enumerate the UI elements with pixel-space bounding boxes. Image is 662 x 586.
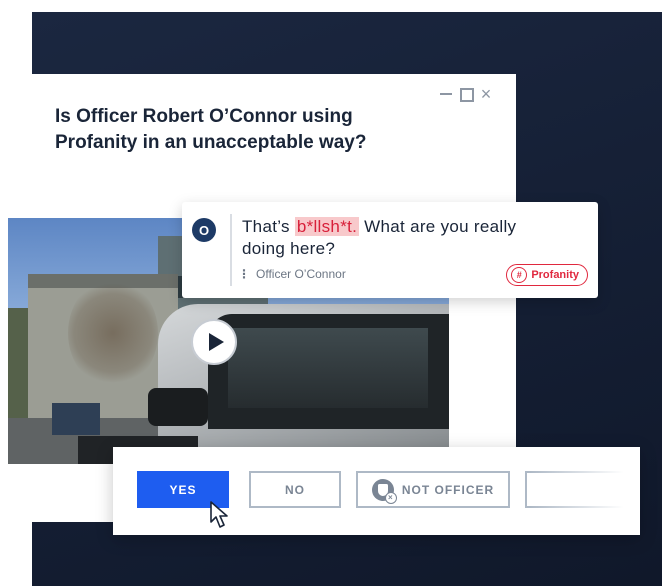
transcript-quote: That’s b*llsh*t. What are you really doi… bbox=[242, 216, 562, 260]
close-icon[interactable]: × bbox=[478, 85, 494, 103]
profanity-badge-label: Profanity bbox=[531, 269, 579, 281]
video-car-mirror bbox=[148, 388, 208, 426]
hash-icon: # bbox=[511, 267, 528, 283]
profanity-badge: # Profanity bbox=[506, 264, 588, 286]
video-car-interior bbox=[228, 328, 428, 408]
play-icon bbox=[208, 333, 224, 351]
play-button[interactable] bbox=[191, 319, 237, 365]
video-bins bbox=[52, 403, 100, 435]
video-tree bbox=[8, 308, 28, 428]
shield-icon: × bbox=[371, 478, 397, 504]
video-tree bbox=[68, 278, 158, 388]
quote-divider bbox=[230, 214, 232, 286]
not-officer-button[interactable]: × NOT OFFICER bbox=[356, 471, 510, 508]
not-officer-label: NOT OFFICER bbox=[401, 482, 495, 497]
flagged-word: b*llsh*t. bbox=[294, 217, 360, 236]
maximize-icon[interactable] bbox=[458, 86, 474, 102]
speaker-avatar: O bbox=[192, 218, 216, 242]
transcript-card: O That’s b*llsh*t. What are you really d… bbox=[182, 202, 598, 298]
window-controls: × bbox=[438, 85, 498, 103]
no-button[interactable]: NO bbox=[249, 471, 341, 508]
minimize-icon[interactable] bbox=[438, 86, 454, 102]
quote-before: That’s bbox=[242, 217, 295, 236]
more-answer-button[interactable] bbox=[525, 471, 640, 508]
answer-bar: YES NO × NOT OFFICER bbox=[113, 447, 640, 535]
more-icon: ⋮ bbox=[238, 267, 250, 281]
question-text: Is Officer Robert O’Connor using Profani… bbox=[55, 106, 367, 153]
speaker-name-label: Officer O’Connor bbox=[256, 267, 346, 281]
speaker-name: ⋮ Officer O’Connor bbox=[238, 267, 346, 281]
cursor-icon bbox=[210, 501, 228, 528]
